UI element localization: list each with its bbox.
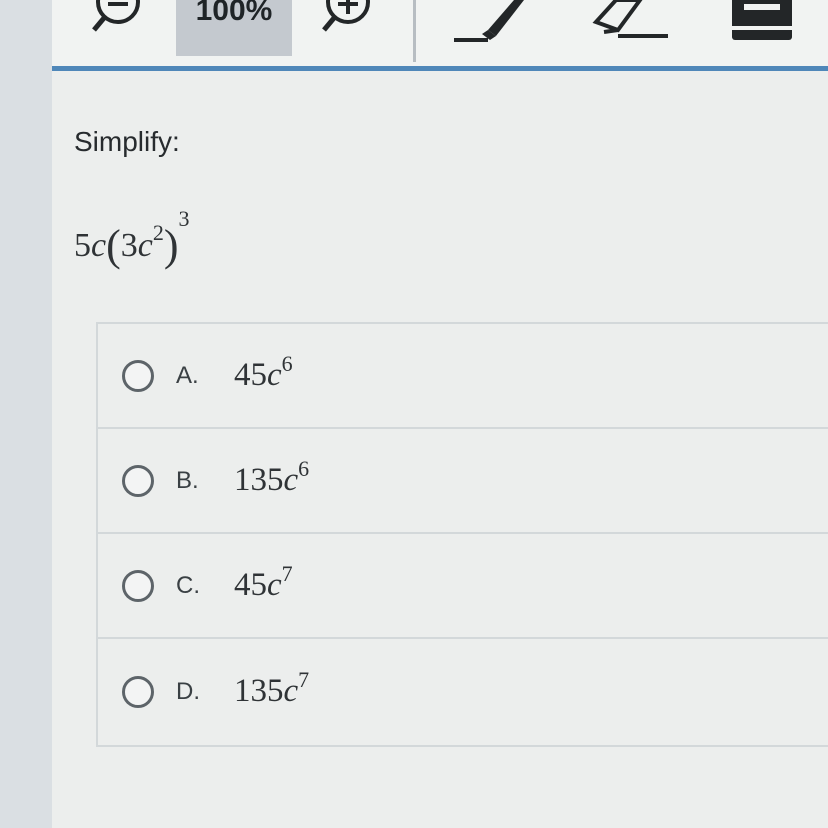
choice-letter: B.	[176, 466, 199, 494]
answer-exponent: 7	[298, 667, 310, 692]
answer-variable: c	[283, 673, 299, 709]
choice-b[interactable]: B. 135c6	[98, 429, 828, 534]
choice-letter: C.	[176, 571, 200, 599]
eraser-icon[interactable]	[590, 0, 672, 46]
close-paren: )	[163, 221, 179, 270]
answer-coefficient: 135	[234, 673, 284, 709]
answer-exponent: 7	[281, 561, 293, 586]
expression-inner-exponent: 2	[152, 219, 164, 245]
radio-button-d[interactable]	[122, 675, 154, 708]
expression-variable: c	[91, 227, 107, 264]
radio-button-c[interactable]	[122, 569, 154, 602]
open-paren: (	[106, 221, 121, 270]
radio-button-a[interactable]	[122, 359, 154, 392]
zoom-out-icon[interactable]	[88, 0, 148, 34]
expression-outer-exponent: 3	[178, 205, 190, 231]
choice-a[interactable]: A. 45c6	[98, 324, 828, 429]
answer-coefficient: 45	[234, 357, 267, 393]
calculator-icon[interactable]	[730, 0, 794, 46]
left-margin	[0, 0, 52, 828]
radio-button-b[interactable]	[122, 464, 154, 497]
answer-exponent: 6	[298, 456, 310, 481]
answer-variable: c	[267, 357, 282, 393]
choice-d[interactable]: D. 135c7	[98, 639, 828, 744]
choice-answer: 45c7	[234, 563, 293, 604]
toolbar-divider	[413, 0, 416, 62]
choice-answer: 45c6	[234, 353, 293, 394]
toolbar	[52, 0, 828, 66]
question-prompt: Simplify:	[74, 126, 180, 157]
choice-answer: 135c6	[234, 458, 309, 499]
question-expression: 5c(3c2)3	[74, 207, 190, 270]
answer-coefficient: 45	[234, 567, 267, 603]
expression-inner-variable: c	[137, 227, 153, 264]
expression-inner-coefficient: 3	[120, 227, 138, 264]
answer-exponent: 6	[281, 351, 293, 376]
expression-coefficient: 5	[74, 227, 91, 264]
choice-c[interactable]: C. 45c7	[98, 534, 828, 639]
choice-letter: D.	[176, 677, 200, 705]
zoom-level[interactable]: 100%	[176, 0, 292, 56]
choice-answer: 135c7	[234, 669, 309, 710]
highlighter-icon[interactable]	[452, 0, 528, 46]
choice-letter: A.	[176, 361, 199, 389]
answer-variable: c	[283, 462, 299, 498]
answer-variable: c	[267, 567, 282, 603]
answer-choices: A. 45c6 B. 135c6 C. 45c7 D. 135c7	[96, 322, 828, 747]
answer-coefficient: 135	[234, 462, 284, 498]
zoom-level-text: 100%	[195, 0, 273, 27]
zoom-in-icon[interactable]	[318, 0, 378, 34]
